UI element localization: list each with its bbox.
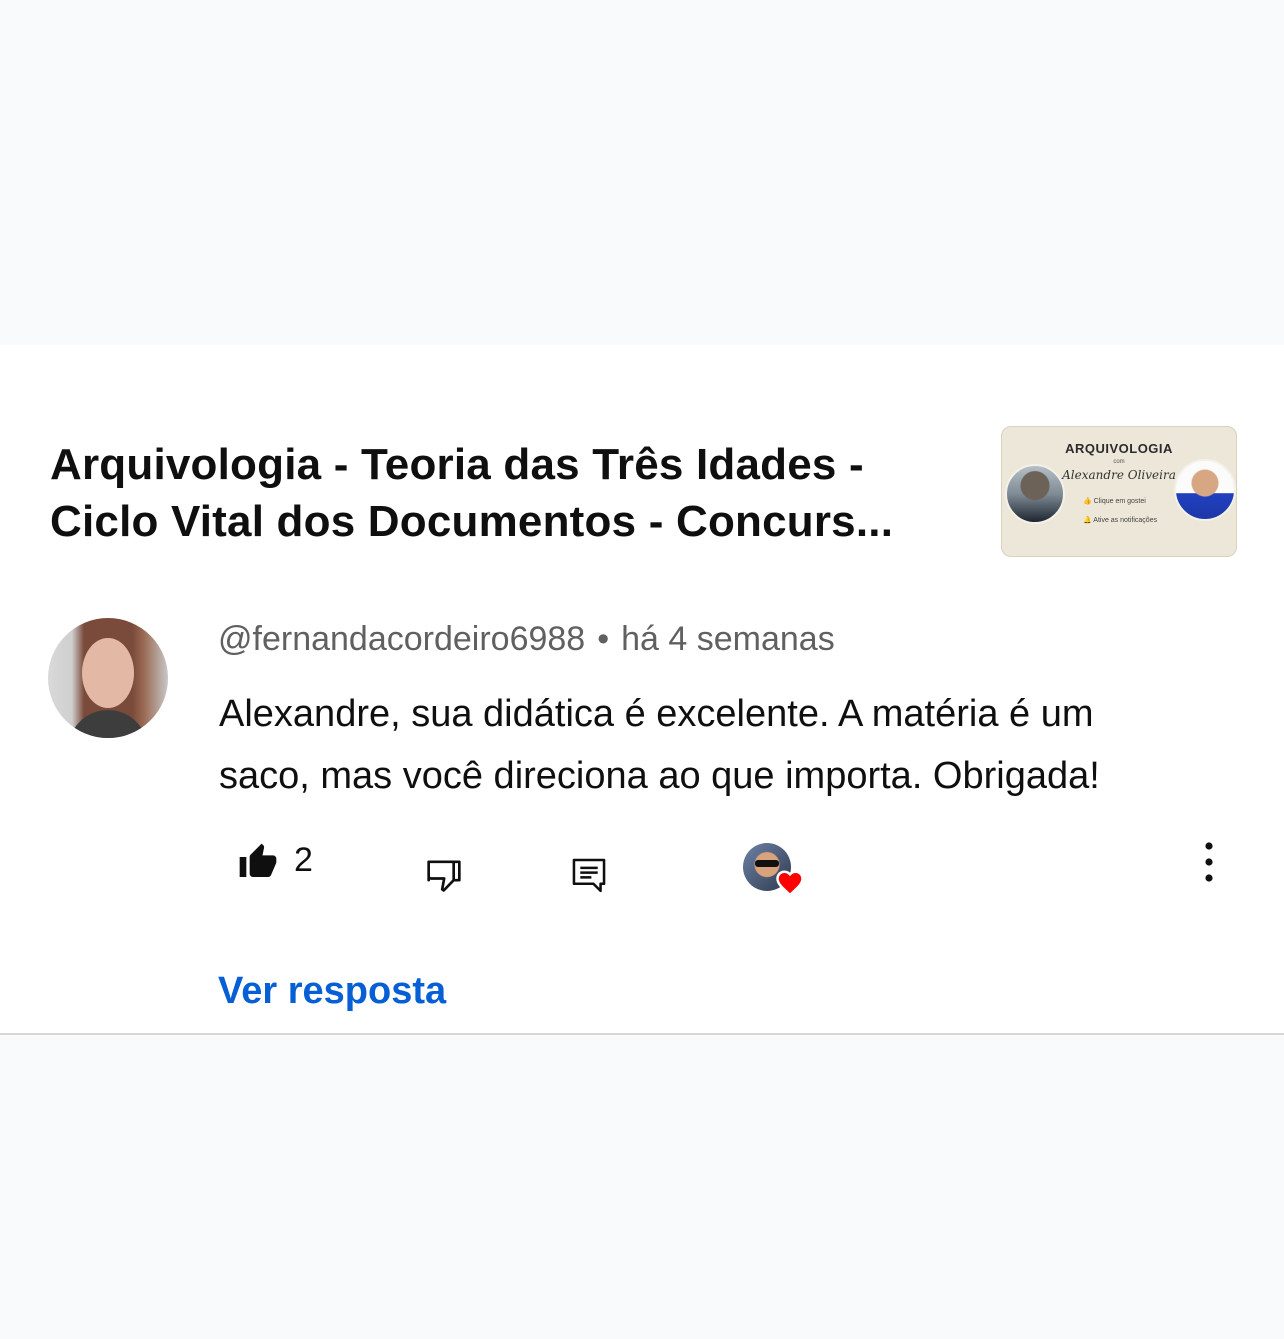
view-replies-link[interactable]: Ver resposta [218, 970, 446, 1013]
comment-time: há 4 semanas [621, 620, 835, 658]
like-count: 2 [294, 841, 313, 879]
divider [0, 1033, 1284, 1035]
more-options-button[interactable] [1196, 840, 1222, 884]
more-vertical-icon [1205, 842, 1213, 882]
comment-line-1: Alexandre, sua didática é excelente. A m… [219, 693, 1094, 735]
meta-separator: • [597, 620, 610, 658]
thumbnail-bell-line: 🔔 Ative as notificações [1083, 517, 1158, 524]
comment-author[interactable]: @fernandacordeiro6988 [218, 620, 585, 658]
creator-heart-badge [743, 843, 805, 899]
thumbnail-thumb-icon: 👍 [1083, 498, 1092, 505]
thumbnail-avatar-right [1174, 459, 1236, 521]
heart-icon [776, 870, 804, 897]
thumb-up-filled-icon [239, 843, 277, 877]
thumbnail-bell-icon: 🔔 [1083, 517, 1092, 524]
comment-line-2: saco, mas você direciona ao que importa.… [219, 755, 1100, 797]
video-thumbnail[interactable]: ARQUIVOLOGIA com Alexandre Oliveira 👍 Cl… [1001, 426, 1237, 557]
commenter-avatar[interactable] [48, 618, 168, 738]
dislike-button[interactable] [424, 856, 464, 896]
like-button[interactable] [238, 842, 278, 882]
thumb-down-outline-icon [427, 860, 461, 892]
comment-text: Alexandre, sua didática é excelente. A m… [219, 683, 1249, 807]
thumbnail-like-line: 👍 Clique em gostei [1083, 498, 1146, 505]
thumbnail-brand: ARQUIVOLOGIA [1065, 441, 1173, 456]
reply-button[interactable] [570, 855, 608, 895]
video-title[interactable]: Arquivologia - Teoria das Três Idades - … [50, 436, 980, 550]
comment-meta: @fernandacordeiro6988 • há 4 semanas [218, 620, 835, 659]
comment-reply-icon [572, 858, 606, 893]
